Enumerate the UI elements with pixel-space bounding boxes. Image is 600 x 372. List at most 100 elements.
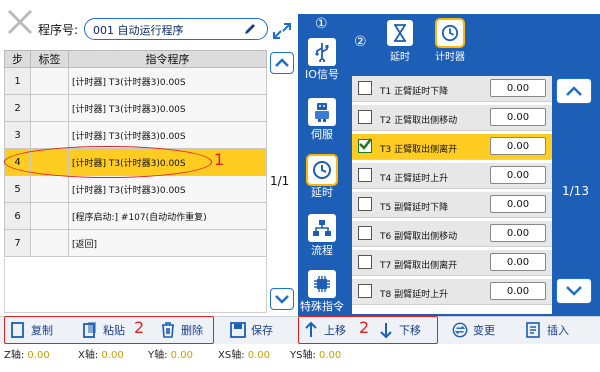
- timer-scroll-up-button[interactable]: [556, 78, 592, 104]
- tag-cell: [30, 121, 69, 149]
- xs-axis-readout: XS轴: 0.00: [218, 350, 271, 361]
- timer-row[interactable]: T5 副臂延时下降 0.00: [352, 192, 552, 218]
- timer-value-field[interactable]: 0.00: [490, 282, 546, 300]
- chevron-down-icon: [566, 286, 582, 296]
- step-cell: 3: [4, 121, 31, 149]
- subtab-timer[interactable]: 计时器: [432, 18, 468, 63]
- timer-value-field[interactable]: 0.00: [490, 79, 546, 97]
- timer-row[interactable]: T2 正臂取出侧移动 0.00: [352, 105, 552, 131]
- timer-checkbox[interactable]: [358, 284, 372, 298]
- program-number-field[interactable]: 001 自动运行程序: [84, 18, 268, 40]
- annotation-box-edit-group: [4, 316, 214, 344]
- y-axis-readout: Y轴: 0.00: [148, 350, 193, 361]
- z-axis-readout: Z轴: 0.00: [4, 350, 50, 361]
- category-label: 延时: [311, 186, 333, 199]
- annotation-circle-2: ②: [354, 34, 367, 50]
- tag-cell: [30, 175, 69, 203]
- program-number-value: 001 自动运行程序: [93, 24, 184, 37]
- table-row[interactable]: 3 [计时器] T3(计时器3)0.00S: [4, 121, 267, 149]
- category-servo[interactable]: 伺服: [298, 98, 346, 142]
- chevron-down-icon: [275, 295, 289, 304]
- timer-value-field[interactable]: 0.00: [490, 108, 546, 126]
- timer-row[interactable]: T4 正臂延时上升 0.00: [352, 163, 552, 189]
- timer-checkbox[interactable]: [358, 255, 372, 269]
- timer-value-field[interactable]: 0.00: [490, 195, 546, 213]
- col-header-step: 步: [4, 50, 31, 68]
- ys-axis-readout: YS轴: 0.00: [290, 350, 342, 361]
- timer-checkbox[interactable]: [358, 168, 372, 182]
- subtab-label: 计时器: [435, 52, 465, 63]
- table-page-indicator: 1/1: [270, 174, 290, 188]
- chevron-up-icon: [566, 86, 582, 96]
- tag-cell: [30, 202, 69, 230]
- tag-cell: [30, 229, 69, 257]
- pencil-icon[interactable]: [243, 22, 257, 36]
- table-scroll-up-button[interactable]: [270, 52, 294, 74]
- save-button[interactable]: 保存: [230, 318, 273, 342]
- timer-row-selected[interactable]: T3 正臂取出侧离开 0.00: [352, 134, 552, 160]
- save-icon: [230, 322, 246, 338]
- instruction-cell: [计时器] T3(计时器3)0.00S: [68, 67, 267, 95]
- table-row[interactable]: 5 [计时器] T3(计时器3)0.00S: [4, 175, 267, 203]
- program-number-label: 程序号:: [38, 23, 79, 37]
- insert-label: 插入: [547, 324, 569, 337]
- category-flow[interactable]: 流程: [298, 214, 346, 258]
- insert-button[interactable]: 插入: [526, 318, 569, 342]
- table-row[interactable]: 1 [计时器] T3(计时器3)0.00S: [4, 67, 267, 95]
- instruction-cell: [计时器] T3(计时器3)0.00S: [68, 121, 267, 149]
- save-label: 保存: [251, 324, 273, 337]
- annotation-circle-1: ①: [315, 16, 328, 32]
- close-icon[interactable]: [6, 8, 34, 36]
- timer-row[interactable]: T6 副臂取出侧移动 0.00: [352, 221, 552, 247]
- change-label: 变更: [473, 324, 495, 337]
- robot-icon: [308, 98, 336, 126]
- table-empty-area: [4, 258, 267, 313]
- timer-checkbox[interactable]: [358, 81, 372, 95]
- timer-checkbox[interactable]: [358, 197, 372, 211]
- insert-icon: [526, 322, 540, 338]
- timer-value-field[interactable]: 0.00: [490, 137, 546, 155]
- annotation-marker-2a: 2: [134, 318, 145, 337]
- clock-icon: [435, 18, 465, 48]
- annotation-marker-1: 1: [214, 150, 225, 169]
- timer-checkbox-checked[interactable]: [358, 138, 372, 153]
- x-axis-readout: X轴: 0.00: [78, 350, 124, 361]
- category-special[interactable]: 特殊指令: [298, 270, 346, 314]
- timer-checkbox[interactable]: [358, 226, 372, 240]
- col-header-tag: 标签: [30, 50, 69, 68]
- table-row[interactable]: 7 [返回]: [4, 229, 267, 257]
- timer-row[interactable]: T8 副臂延时上升 0.00: [352, 279, 552, 305]
- category-label: 伺服: [311, 128, 333, 141]
- timer-value-field[interactable]: 0.00: [490, 224, 546, 242]
- timer-label: T2 正臂取出侧移动: [380, 116, 458, 126]
- timer-scroll-down-button[interactable]: [556, 278, 592, 304]
- table-row[interactable]: 6 [程序启动:] #107(自动动作重复): [4, 202, 267, 230]
- timer-row[interactable]: T1 正臂延时下降 0.00: [352, 76, 552, 102]
- timer-label: T5 副臂延时下降: [380, 203, 449, 213]
- clock-icon: [306, 154, 338, 186]
- category-label: 流程: [311, 244, 333, 257]
- swap-icon: [452, 322, 468, 338]
- axis-status-bar: Z轴: 0.00 X轴: 0.00 Y轴: 0.00 XS轴: 0.00 YS轴…: [0, 346, 600, 361]
- timer-checkbox[interactable]: [358, 110, 372, 124]
- instruction-cell: [计时器] T3(计时器3)0.00S: [68, 94, 267, 122]
- timer-value-field[interactable]: 0.00: [490, 253, 546, 271]
- category-io-signal[interactable]: IO信号: [298, 38, 346, 82]
- table-scroll-down-button[interactable]: [270, 288, 294, 310]
- timer-value-field[interactable]: 0.00: [490, 166, 546, 184]
- category-label: IO信号: [305, 68, 339, 81]
- checkmark-icon: [359, 138, 372, 150]
- change-button[interactable]: 变更: [452, 318, 495, 342]
- hourglass-icon: [387, 20, 413, 46]
- timer-row[interactable]: T7 副臂取出侧离开 0.00: [352, 250, 552, 276]
- tag-cell: [30, 67, 69, 95]
- expand-icon[interactable]: [272, 22, 292, 40]
- subtab-delay[interactable]: 延时: [382, 20, 418, 63]
- table-row[interactable]: 2 [计时器] T3(计时器3)0.00S: [4, 94, 267, 122]
- step-cell: 2: [4, 94, 31, 122]
- category-delay[interactable]: 延时: [298, 154, 346, 200]
- timer-label: T1 正臂延时下降: [380, 87, 449, 97]
- category-sidebar: ① IO信号 伺服 延时 流程 特殊指令: [298, 14, 346, 326]
- step-cell: 5: [4, 175, 31, 203]
- step-cell: 1: [4, 67, 31, 95]
